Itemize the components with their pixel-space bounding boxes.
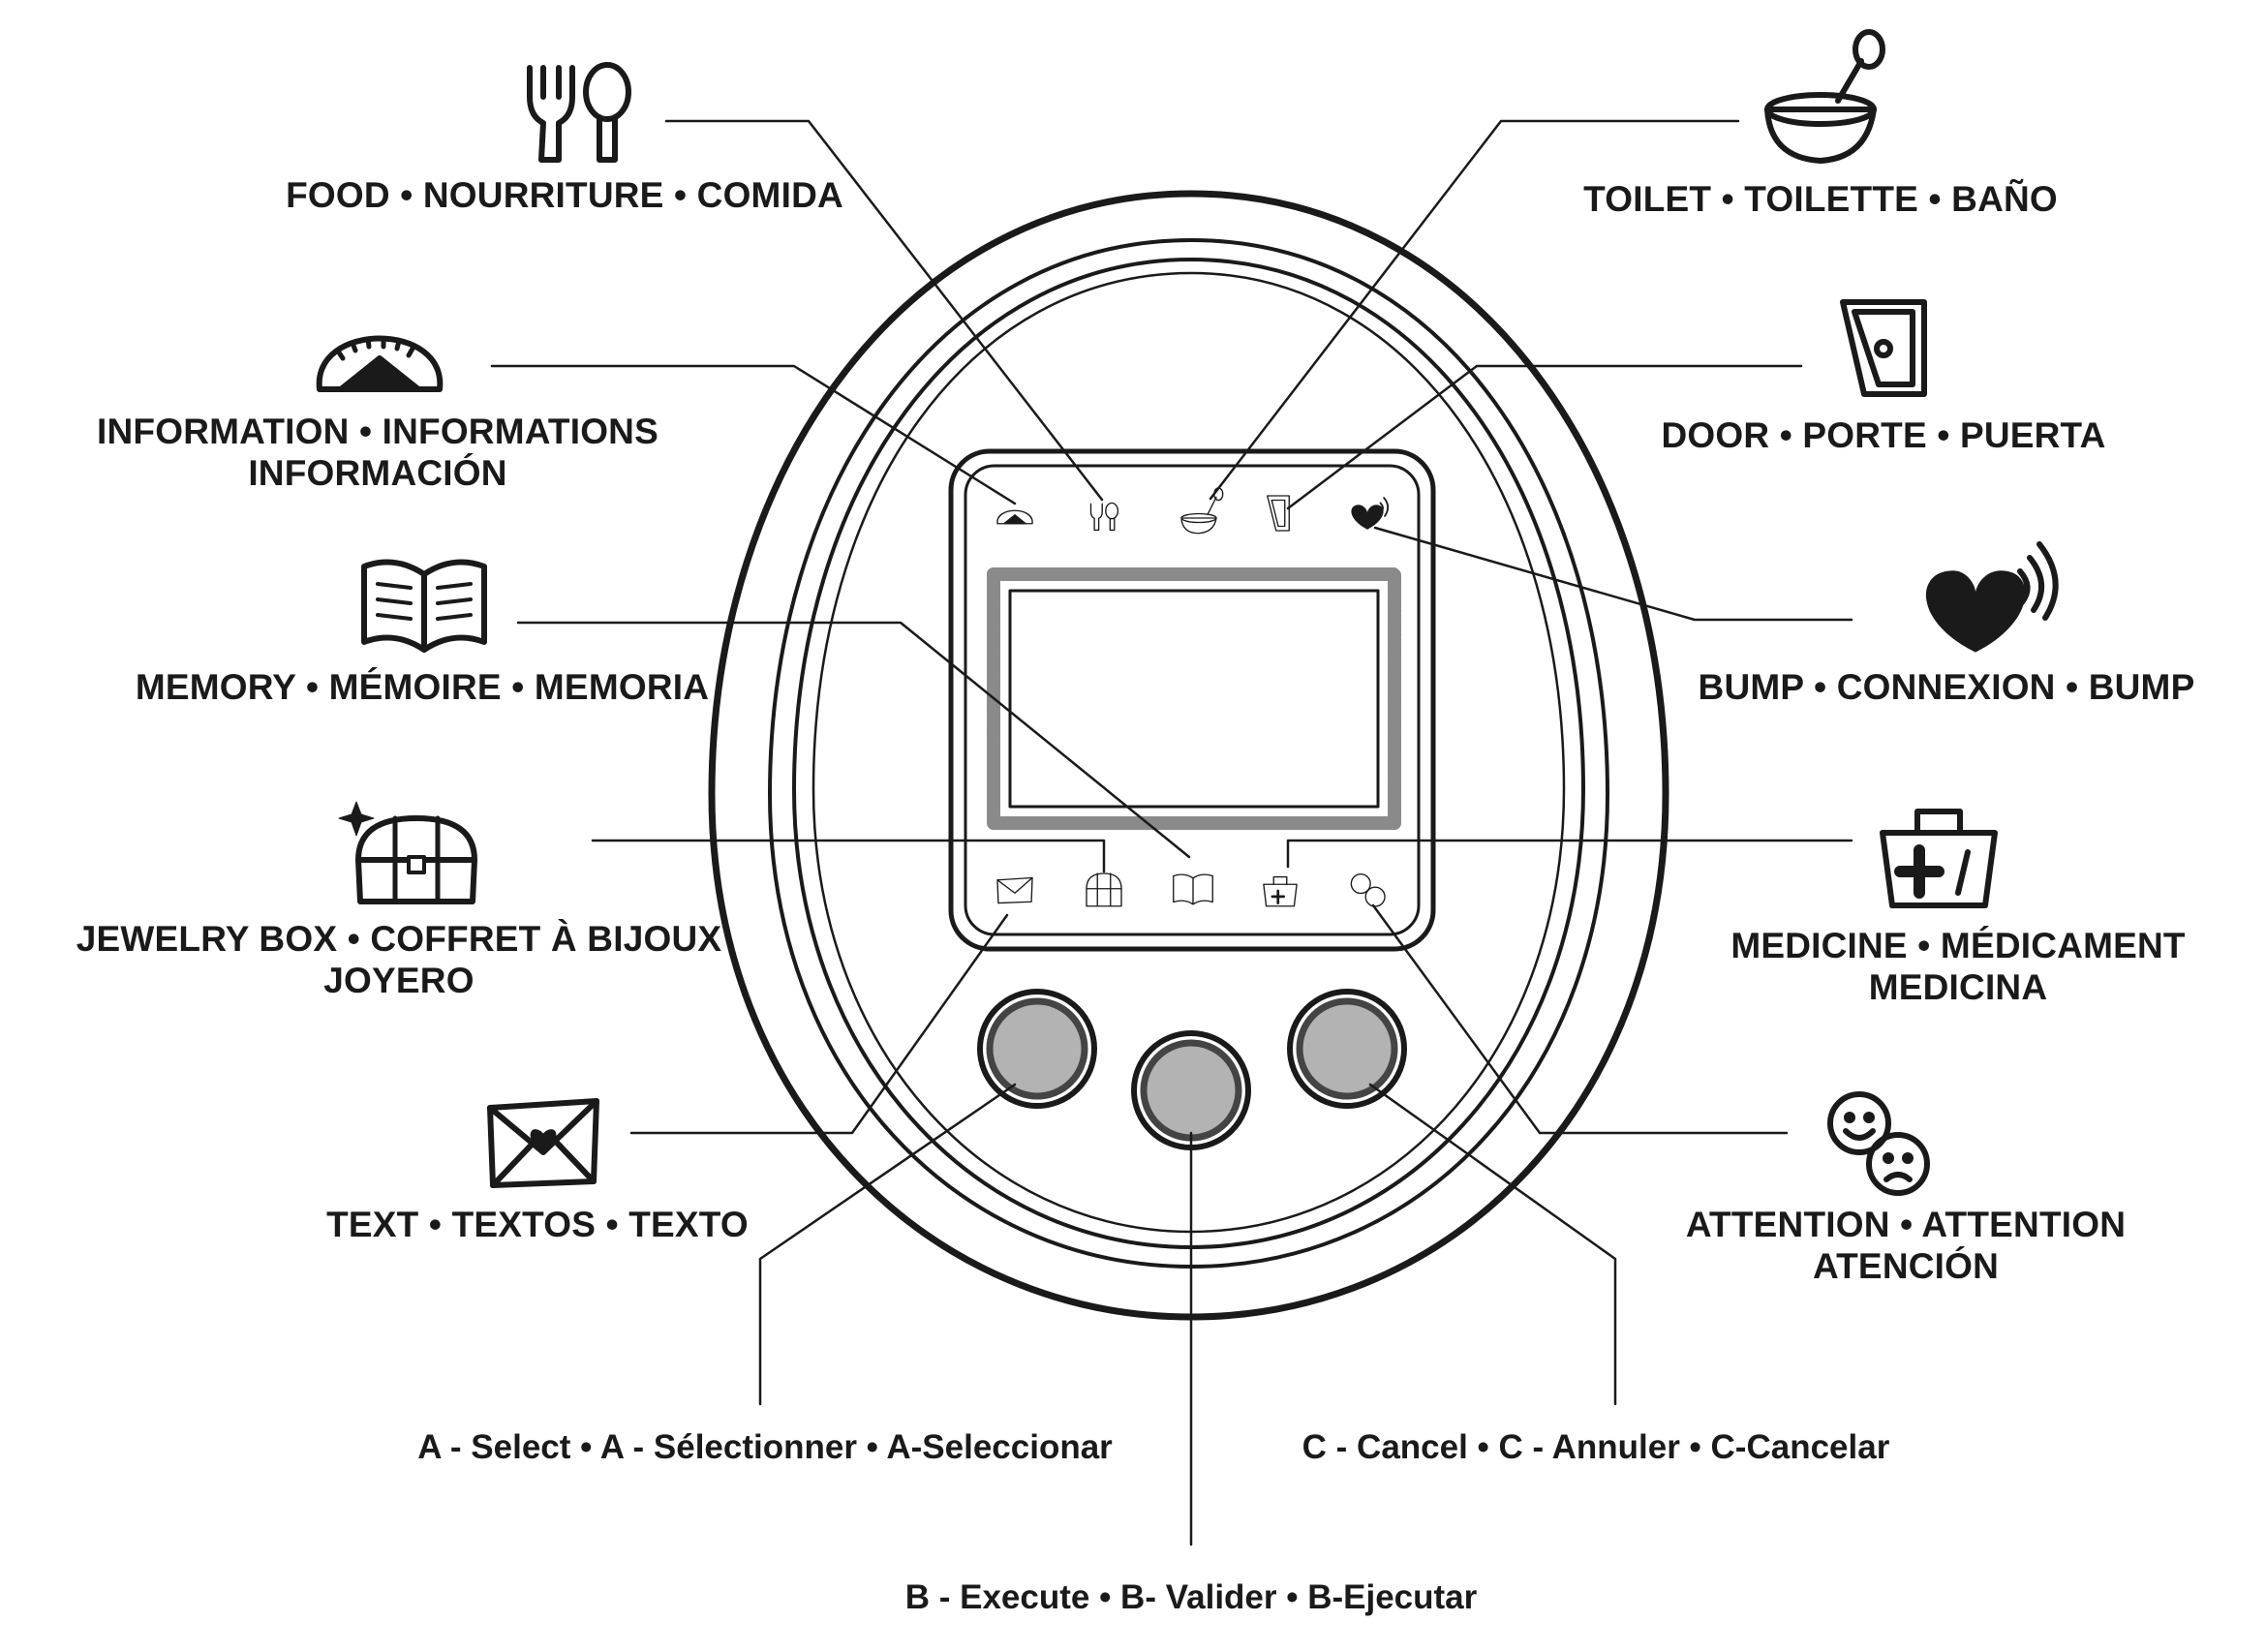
label-jewelry-line2: JOYERO	[323, 961, 475, 1000]
label-information-line1: INFORMATION • INFORMATIONS	[97, 412, 658, 451]
tamagotchi-diagram	[316, 29, 2059, 1546]
button-b[interactable]	[1131, 1030, 1251, 1150]
label-food: FOOD • NOURRITURE • COMIDA	[286, 175, 843, 215]
device-food-icon	[1089, 502, 1119, 532]
label-medicine: MEDICINE • MÉDICAMENT MEDICINA	[1730, 925, 2185, 1008]
faces-icon	[1827, 1091, 1930, 1196]
label-toilet: TOILET • TOILETTE • BAÑO	[1583, 179, 2058, 219]
fork-spoon-icon	[527, 62, 631, 163]
door-icon	[1840, 299, 1927, 397]
leader-jewelry	[591, 839, 1106, 873]
leader-lines	[490, 119, 1853, 1546]
lcd-screen	[1008, 589, 1380, 809]
button-a[interactable]	[977, 989, 1097, 1109]
label-button-c: C - Cancel • C - Annuler • C-Cancelar	[1301, 1428, 1890, 1466]
device-toilet-icon	[1180, 487, 1224, 535]
label-attention-line2: ATENCIÓN	[1812, 1246, 2000, 1286]
device-envelope-icon	[996, 876, 1033, 904]
label-medicine-line1: MEDICINE • MÉDICAMENT	[1730, 926, 2186, 965]
label-information-line2: INFORMACIÓN	[248, 453, 507, 493]
button-c[interactable]	[1287, 989, 1407, 1109]
label-attention: ATTENTION • ATTENTION ATENCIÓN	[1686, 1204, 2126, 1287]
device-bump-icon	[1351, 497, 1390, 530]
label-attention-line1: ATTENTION • ATTENTION	[1685, 1205, 2127, 1244]
label-button-a: A - Select • A - Sélectionner • A-Selecc…	[417, 1428, 1113, 1466]
label-text: TEXT • TEXTOS • TEXTO	[326, 1205, 749, 1244]
medicine-bag-icon	[1880, 809, 1998, 908]
label-jewelry-line1: JEWELRY BOX • COFFRET À BIJOUX	[76, 919, 722, 959]
heart-signal-icon	[1926, 541, 2059, 653]
book-icon	[361, 559, 487, 653]
device-medicine-icon	[1263, 875, 1298, 907]
label-door: DOOR • PORTE • PUERTA	[1661, 415, 2106, 455]
toilet-icon	[1764, 29, 1885, 164]
scale-icon	[316, 335, 444, 392]
device-door-icon	[1267, 495, 1290, 532]
envelope-icon	[487, 1098, 599, 1188]
device-chest-icon	[1086, 872, 1122, 907]
label-jewelry-box: JEWELRY BOX • COFFRET À BIJOUX JOYERO	[77, 918, 722, 1001]
label-medicine-line2: MEDICINA	[1868, 967, 2048, 1007]
label-information: INFORMATION • INFORMATIONS INFORMACIÓN	[97, 411, 658, 494]
label-bump: BUMP • CONNEXION • BUMP	[1698, 667, 2195, 707]
device-book-icon	[1173, 873, 1213, 905]
device-faces-icon	[1350, 873, 1386, 907]
label-button-b: B - Execute • B- Valider • B-Ejecutar	[904, 1578, 1478, 1616]
leader-bump	[1373, 526, 1853, 622]
leader-medicine	[1286, 839, 1853, 869]
label-memory: MEMORY • MÉMOIRE • MEMORIA	[135, 667, 710, 707]
device-scale-icon	[996, 509, 1033, 525]
treasure-chest-icon	[338, 801, 477, 904]
